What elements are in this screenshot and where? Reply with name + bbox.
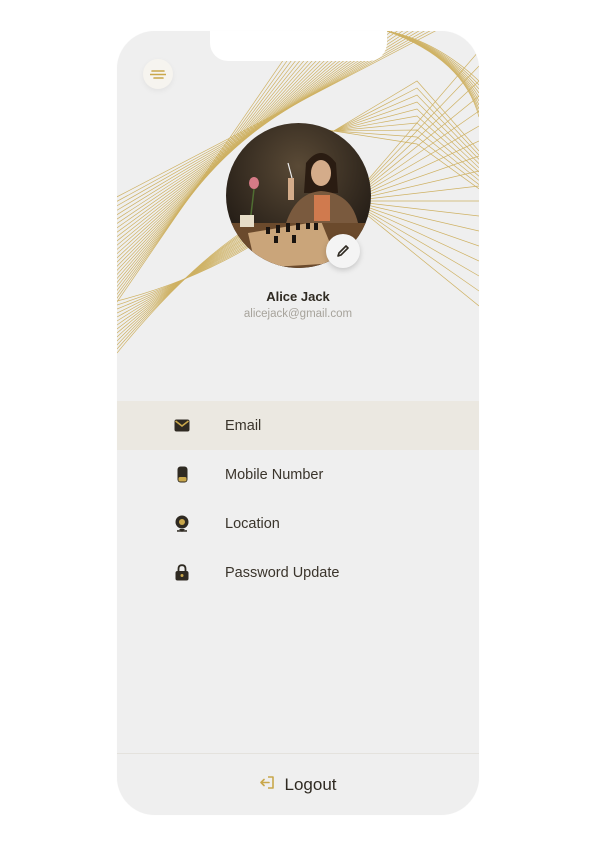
menu-item-label: Location xyxy=(225,515,280,532)
menu-item-label: Email xyxy=(225,417,262,434)
mobile-phone-icon xyxy=(174,466,190,483)
menu-item-mobile-number[interactable]: Mobile Number xyxy=(117,450,479,499)
profile-email: alicejack@gmail.com xyxy=(243,308,353,320)
pencil-icon xyxy=(337,245,349,257)
phone-screen: Alice Jack alicejack@gmail.com Email Mob… xyxy=(117,31,479,815)
logout-button[interactable]: Logout xyxy=(117,754,479,815)
settings-menu: Email Mobile Number Location Password Up… xyxy=(117,401,479,597)
menu-item-email[interactable]: Email xyxy=(117,401,479,450)
device-notch xyxy=(210,31,387,61)
lock-icon xyxy=(174,564,190,581)
envelope-icon xyxy=(174,418,190,434)
hamburger-menu-icon xyxy=(150,70,166,79)
menu-item-password-update[interactable]: Password Update xyxy=(117,548,479,597)
menu-button[interactable] xyxy=(143,59,173,89)
profile-name: Alice Jack xyxy=(266,289,330,304)
location-pin-icon xyxy=(174,515,190,532)
logout-label: Logout xyxy=(284,774,337,794)
menu-item-label: Mobile Number xyxy=(225,466,324,483)
menu-item-label: Password Update xyxy=(225,564,340,581)
menu-item-location[interactable]: Location xyxy=(117,499,479,548)
logout-icon xyxy=(259,775,275,795)
edit-profile-button[interactable] xyxy=(326,234,360,268)
